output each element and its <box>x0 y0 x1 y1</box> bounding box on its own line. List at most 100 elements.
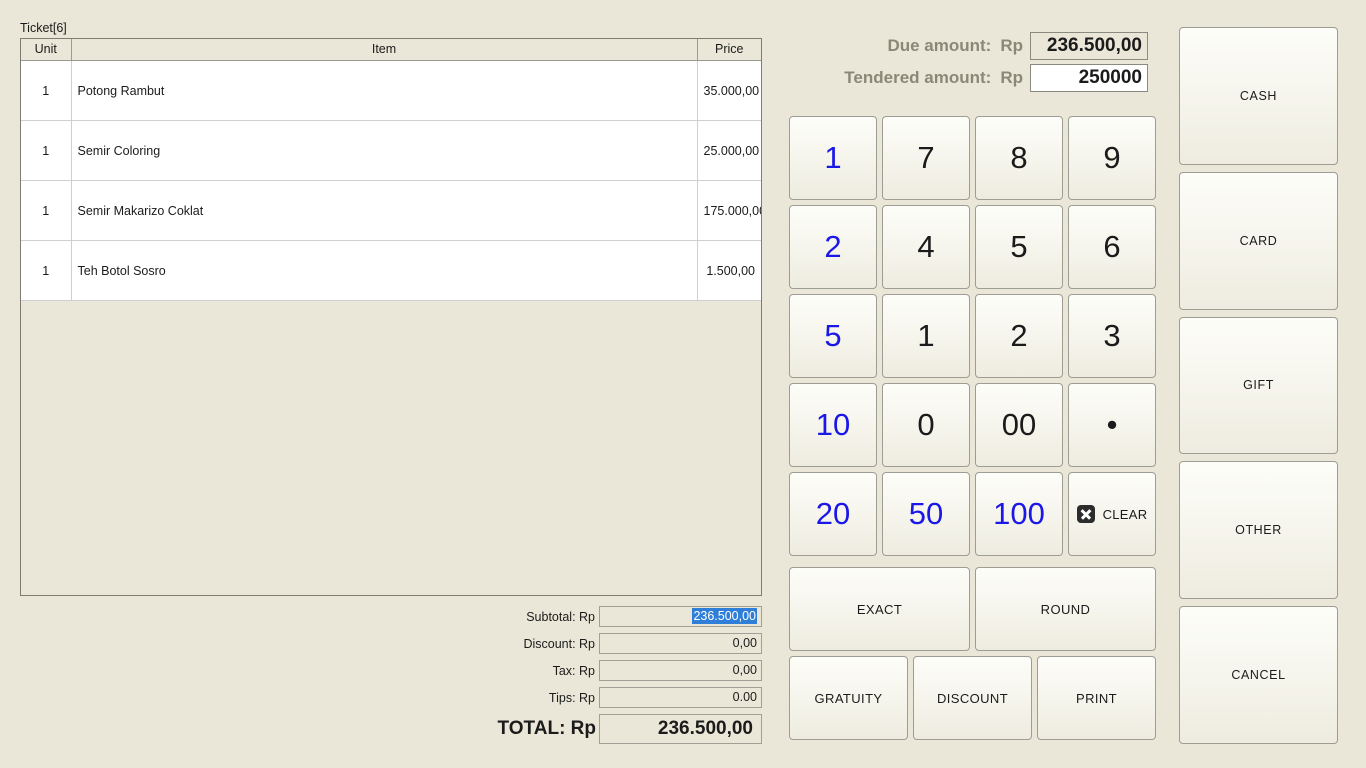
subtotal-label: Subtotal: Rp <box>526 609 595 624</box>
cell-unit: 1 <box>21 180 72 241</box>
keypad-key-label: 0 <box>917 407 935 442</box>
cell-price: 175.000,00 <box>697 180 761 241</box>
keypad-key-9[interactable]: 9 <box>1068 116 1156 200</box>
subtotal-row: Subtotal: Rp 236.500,00 <box>495 606 762 627</box>
payment-type-cancel-button[interactable]: CANCEL <box>1179 606 1338 744</box>
primary-action-row: EXACT ROUND <box>789 567 1156 651</box>
table-row[interactable]: 1 Semir Coloring 25.000,00 <box>21 120 761 181</box>
keypad-key-8[interactable]: 8 <box>975 116 1063 200</box>
tax-row: Tax: Rp 0,00 <box>495 660 762 681</box>
due-amount-field: 236.500,00 <box>1030 32 1148 60</box>
cell-price: 25.000,00 <box>697 120 761 181</box>
keypad-key-label: 7 <box>917 140 935 175</box>
keypad-key-label: 100 <box>993 496 1045 531</box>
keypad-key-label: 3 <box>1103 318 1121 353</box>
keypad-key-label: 1 <box>917 318 935 353</box>
payment-type-cash-label: CASH <box>1239 88 1278 103</box>
keypad-key-6[interactable]: 6 <box>1068 205 1156 289</box>
keypad-key-1[interactable]: 1 <box>882 294 970 378</box>
keypad-key-label: 20 <box>815 496 851 531</box>
totals-block: Subtotal: Rp 236.500,00 Discount: Rp 0,0… <box>495 606 762 744</box>
keypad-key-label: • <box>1106 407 1118 443</box>
keypad-clear-label: CLEAR <box>1102 506 1148 522</box>
due-amount-row: Due amount: Rp 236.500,00 <box>790 32 1148 60</box>
keypad-key-5[interactable]: 5 <box>975 205 1063 289</box>
tax-label: Tax: Rp <box>552 663 595 678</box>
keypad-key-2[interactable]: 2 <box>975 294 1063 378</box>
payment-type-gift-label: GIFT <box>1243 378 1274 393</box>
discount-button[interactable]: DISCOUNT <box>913 656 1032 740</box>
keypad-key-100-denomination[interactable]: 100 <box>975 472 1063 556</box>
keypad-key-20-denomination[interactable]: 20 <box>789 472 877 556</box>
keypad-key-0[interactable]: 0 <box>882 383 970 467</box>
exact-button[interactable]: EXACT <box>789 567 970 651</box>
cell-item: Semir Coloring <box>71 120 698 181</box>
keypad-key-label: 9 <box>1103 140 1121 175</box>
keypad-key-1-denomination[interactable]: 1 <box>789 116 877 200</box>
tendered-amount-input[interactable]: 250000 <box>1030 64 1148 92</box>
grand-total-value: 236.500,00 <box>599 714 762 744</box>
payment-type-card-button[interactable]: CARD <box>1179 171 1338 310</box>
column-header-item[interactable]: Item <box>71 39 698 61</box>
discount-label: DISCOUNT <box>936 690 1009 706</box>
keypad-key-dot[interactable]: • <box>1068 383 1156 467</box>
payment-type-other-button[interactable]: OTHER <box>1179 461 1338 600</box>
payment-type-card-label: CARD <box>1239 233 1278 248</box>
grand-total-label: TOTAL: Rp <box>497 718 597 739</box>
grand-total-row: TOTAL: Rp 236.500,00 <box>495 714 762 744</box>
subtotal-value: 236.500,00 <box>692 608 757 624</box>
column-header-price[interactable]: Price <box>697 39 761 61</box>
keypad-key-label: 2 <box>824 229 842 264</box>
table-header-row: Unit Item Price <box>21 39 761 61</box>
subtotal-field[interactable]: 236.500,00 <box>599 606 762 627</box>
clear-x-icon <box>1076 505 1095 523</box>
numeric-keypad: 1 7 8 9 2 4 5 6 5 1 2 3 10 0 00 • 20 50 100 CLEAR <box>789 116 1156 556</box>
cell-unit: 1 <box>21 60 72 121</box>
cell-item: Teh Botol Sosro <box>71 240 698 301</box>
secondary-action-row: GRATUITY DISCOUNT PRINT <box>789 656 1156 740</box>
print-label: PRINT <box>1076 690 1117 706</box>
keypad-key-label: 4 <box>917 229 935 264</box>
discount-label: Discount: Rp <box>523 636 595 651</box>
keypad-clear-button[interactable]: CLEAR <box>1068 472 1156 556</box>
round-button[interactable]: ROUND <box>975 567 1156 651</box>
payment-type-column: CASH CARD GIFT OTHER CANCEL <box>1179 27 1338 744</box>
tips-row: Tips: Rp 0.00 <box>495 687 762 708</box>
cell-unit: 1 <box>21 120 72 181</box>
table-row[interactable]: 1 Potong Rambut 35.000,00 <box>21 60 761 121</box>
tax-field[interactable]: 0,00 <box>599 660 762 681</box>
keypad-key-7[interactable]: 7 <box>882 116 970 200</box>
ticket-items-table[interactable]: Unit Item Price 1 Potong Rambut 35.000,00 1… <box>20 38 762 596</box>
round-label: ROUND <box>1040 601 1091 617</box>
keypad-key-00[interactable]: 00 <box>975 383 1063 467</box>
keypad-key-4[interactable]: 4 <box>882 205 970 289</box>
tips-field[interactable]: 0.00 <box>599 687 762 708</box>
keypad-key-50-denomination[interactable]: 50 <box>882 472 970 556</box>
ticket-title: Ticket[6] <box>20 21 67 35</box>
due-amount-currency: Rp <box>1000 36 1023 55</box>
keypad-key-label: 00 <box>1001 407 1037 442</box>
ticket-panel: Ticket[6] Unit Item Price 1 Potong Rambut… <box>0 0 775 768</box>
keypad-key-label: 8 <box>1010 140 1028 175</box>
gratuity-button[interactable]: GRATUITY <box>789 656 908 740</box>
keypad-key-10-denomination[interactable]: 10 <box>789 383 877 467</box>
keypad-key-5-denomination[interactable]: 5 <box>789 294 877 378</box>
discount-field[interactable]: 0,00 <box>599 633 762 654</box>
column-header-unit[interactable]: Unit <box>21 39 72 61</box>
cell-item: Semir Makarizo Coklat <box>71 180 698 241</box>
tendered-amount-currency: Rp <box>1000 68 1023 87</box>
tips-label: Tips: Rp <box>548 690 595 705</box>
table-row[interactable]: 1 Teh Botol Sosro 1.500,00 <box>21 240 761 301</box>
payment-type-gift-button[interactable]: GIFT <box>1179 316 1338 455</box>
payment-type-cash-button[interactable]: CASH <box>1179 27 1338 165</box>
tendered-amount-row: Tendered amount: Rp 250000 <box>790 64 1148 92</box>
cell-unit: 1 <box>21 240 72 301</box>
discount-row: Discount: Rp 0,00 <box>495 633 762 654</box>
print-button[interactable]: PRINT <box>1037 656 1156 740</box>
keypad-key-2-denomination[interactable]: 2 <box>789 205 877 289</box>
keypad-key-label: 1 <box>824 140 842 175</box>
due-amount-label: Due amount: <box>887 36 992 55</box>
payment-type-other-label: OTHER <box>1235 523 1282 538</box>
table-row[interactable]: 1 Semir Makarizo Coklat 175.000,00 <box>21 180 761 241</box>
keypad-key-3[interactable]: 3 <box>1068 294 1156 378</box>
